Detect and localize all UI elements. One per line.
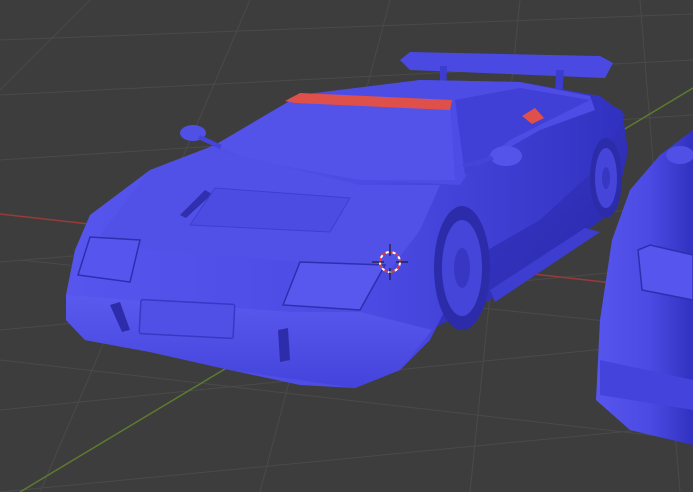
headlight-left (77, 236, 141, 283)
viewport-canvas[interactable] (0, 0, 693, 492)
car-secondary-mirror (666, 146, 693, 164)
car-main[interactable] (66, 52, 628, 388)
front-wheel (434, 206, 490, 330)
rear-wheel (590, 138, 622, 218)
front-intake-right (278, 328, 290, 362)
3d-viewport[interactable] (0, 0, 693, 492)
mirror-left (180, 125, 222, 149)
rear-spoiler (400, 52, 613, 78)
license-plate (138, 298, 236, 340)
